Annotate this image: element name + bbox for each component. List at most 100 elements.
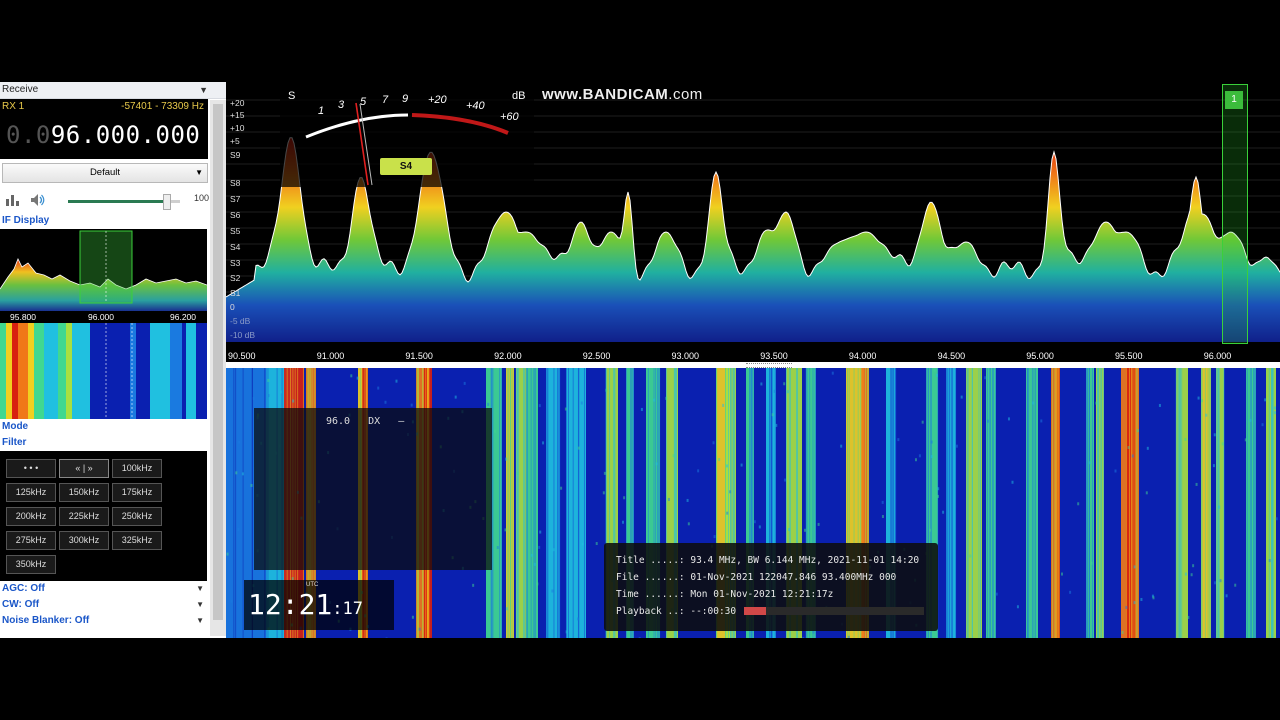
s-meter-tick: +40 <box>466 100 485 112</box>
audio-bars-icon[interactable] <box>6 195 20 206</box>
y-axis-label: +20 <box>230 98 244 108</box>
cw-label: CW: Off <box>2 599 39 610</box>
s-meter-tick: 9 <box>402 93 408 105</box>
watermark-bold: www.BANDICAM <box>542 86 668 103</box>
filter-button-225khz[interactable]: 225kHz <box>59 507 109 526</box>
volume-value: 100 <box>194 193 209 203</box>
filter-button-variable[interactable]: « | » <box>59 459 109 478</box>
collapse-icon[interactable]: ▼ <box>199 82 208 98</box>
s-meter-s-label: S <box>288 90 295 102</box>
s-meter-tick: 7 <box>382 94 388 106</box>
s-meter: S dB 1 3 5 7 9 +20 +40 +60 S4 <box>280 85 534 187</box>
frequency-value: 96.000.000 <box>51 121 201 149</box>
watermark: www.BANDICAM.com <box>542 86 703 103</box>
filter-button-325khz[interactable]: 325kHz <box>112 531 162 550</box>
frequency-leading: 0.0 <box>6 121 51 149</box>
agc-label: AGC: Off <box>2 583 45 594</box>
if-display[interactable]: 95.800 96.000 96.200 <box>0 229 207 419</box>
panel-scrollbar[interactable] <box>210 100 226 636</box>
preset-select[interactable]: Default ▼ <box>2 163 208 183</box>
preset-value: Default <box>90 167 120 178</box>
mode-header[interactable]: Mode ▼ <box>0 419 226 435</box>
rds-overlay: 96.0 DX — <box>254 408 492 570</box>
waterfall-display[interactable]: 96.0 DX — UTC 12:21:17 Title .....: 93.4… <box>226 368 1280 638</box>
watermark-suffix: .com <box>668 86 703 103</box>
s-meter-reading: S4 <box>380 158 432 175</box>
channel-marker[interactable]: 1 <box>1222 84 1248 344</box>
y-axis-label: 0 <box>230 302 235 312</box>
filter-button-150khz[interactable]: 150kHz <box>59 483 109 502</box>
playback-progress[interactable] <box>744 607 924 615</box>
clock-seconds: :17 <box>332 599 363 619</box>
if-scale-tick: 96.000 <box>88 312 114 322</box>
frequency-tick: 91.500 <box>405 351 433 361</box>
info-time: Time ......: Mon 01-Nov-2021 12:21:17z <box>616 589 833 600</box>
y-axis-label: -10 dB <box>230 330 255 340</box>
info-playback: Playback ..: --:00:30 <box>616 606 736 617</box>
frequency-tick: 95.500 <box>1115 351 1143 361</box>
s-meter-tick: +20 <box>428 94 447 106</box>
y-axis-label: S5 <box>230 226 240 236</box>
filter-button-275khz[interactable]: 275kHz <box>6 531 56 550</box>
clock-overlay: UTC 12:21:17 <box>244 580 394 630</box>
filter-button-300khz[interactable]: 300kHz <box>59 531 109 550</box>
volume-fill <box>68 200 169 203</box>
frequency-display[interactable]: 0.096.000.000 <box>6 121 200 149</box>
frequency-tick: 96.000 <box>1204 351 1232 361</box>
y-axis-label: S8 <box>230 178 240 188</box>
volume-knob[interactable] <box>163 194 171 210</box>
if-scale-tick: 96.200 <box>170 312 196 322</box>
volume-row: 100 <box>0 187 208 213</box>
frequency-tick: 92.000 <box>494 351 522 361</box>
scrollbar-thumb[interactable] <box>213 104 223 620</box>
s-meter-tick: +60 <box>500 111 519 123</box>
noise-blanker-label: Noise Blanker: Off <box>2 615 89 626</box>
filter-grid: • • • « | » 100kHz 125kHz 150kHz 175kHz … <box>0 451 207 581</box>
spectrum-display[interactable]: +20 +15 +10 +5 S9 S8 S7 S6 S5 S4 S3 S2 S1 0 -5 dB -10 d… <box>226 82 1280 362</box>
filter-button-100khz[interactable]: 100kHz <box>112 459 162 478</box>
chevron-down-icon[interactable]: ▼ <box>196 581 204 597</box>
frequency-tick: 95.000 <box>1026 351 1054 361</box>
if-waterfall <box>0 323 207 419</box>
mode-title: Mode <box>2 421 28 432</box>
frequency-tick: 93.500 <box>760 351 788 361</box>
receive-section-header[interactable]: Receive ▼ <box>0 82 226 99</box>
y-axis-label: S4 <box>230 242 240 252</box>
frequency-tick: 94.000 <box>849 351 877 361</box>
chevron-down-icon[interactable]: ▼ <box>196 597 204 613</box>
if-display-header[interactable]: IF Display ▲ <box>0 213 226 229</box>
info-file: File ......: 01-Nov-2021 122047.846 93.4… <box>616 572 896 583</box>
playback-progress-fill <box>744 607 766 615</box>
utc-clock: 12:21:17 <box>248 588 363 621</box>
filter-button-250khz[interactable]: 250kHz <box>112 507 162 526</box>
speaker-icon[interactable] <box>30 193 46 207</box>
frequency-tick: 93.000 <box>672 351 700 361</box>
y-axis-label: +10 <box>230 123 244 133</box>
s-meter-tick: 3 <box>338 99 344 111</box>
chevron-down-icon: ▼ <box>195 164 203 182</box>
if-display-title: IF Display <box>2 215 49 226</box>
agc-option[interactable]: AGC: Off ▼ <box>0 581 226 597</box>
filter-button-custom[interactable]: • • • <box>6 459 56 478</box>
chevron-down-icon[interactable]: ▼ <box>196 613 204 629</box>
frequency-tick: 91.000 <box>317 351 345 361</box>
frequency-scale: 90.500 91.000 91.500 92.000 92.500 93.000 93.5… <box>226 350 1280 362</box>
control-panel: Receive ▼ RX 1 -57401 - 73309 Hz 0.096.0… <box>0 82 226 638</box>
filter-title: Filter <box>2 437 26 448</box>
s-meter-tick: 1 <box>318 105 324 117</box>
filter-button-125khz[interactable]: 125kHz <box>6 483 56 502</box>
y-axis-label: S3 <box>230 258 240 268</box>
cw-option[interactable]: CW: Off ▼ <box>0 597 226 613</box>
filter-button-175khz[interactable]: 175kHz <box>112 483 162 502</box>
rds-text: 96.0 DX — <box>326 416 404 427</box>
noise-blanker-option[interactable]: Noise Blanker: Off ▼ <box>0 613 226 629</box>
volume-slider[interactable] <box>68 200 180 203</box>
s-meter-tick: 5 <box>360 96 366 108</box>
if-scale-tick: 95.800 <box>10 312 36 322</box>
clock-hours-minutes: 12:21 <box>248 588 332 621</box>
filter-button-350khz[interactable]: 350kHz <box>6 555 56 574</box>
frequency-tick: 92.500 <box>583 351 611 361</box>
filter-button-200khz[interactable]: 200kHz <box>6 507 56 526</box>
filter-header[interactable]: Filter ▲ <box>0 435 226 451</box>
sdr-window: Receive ▼ RX 1 -57401 - 73309 Hz 0.096.0… <box>0 0 1280 720</box>
